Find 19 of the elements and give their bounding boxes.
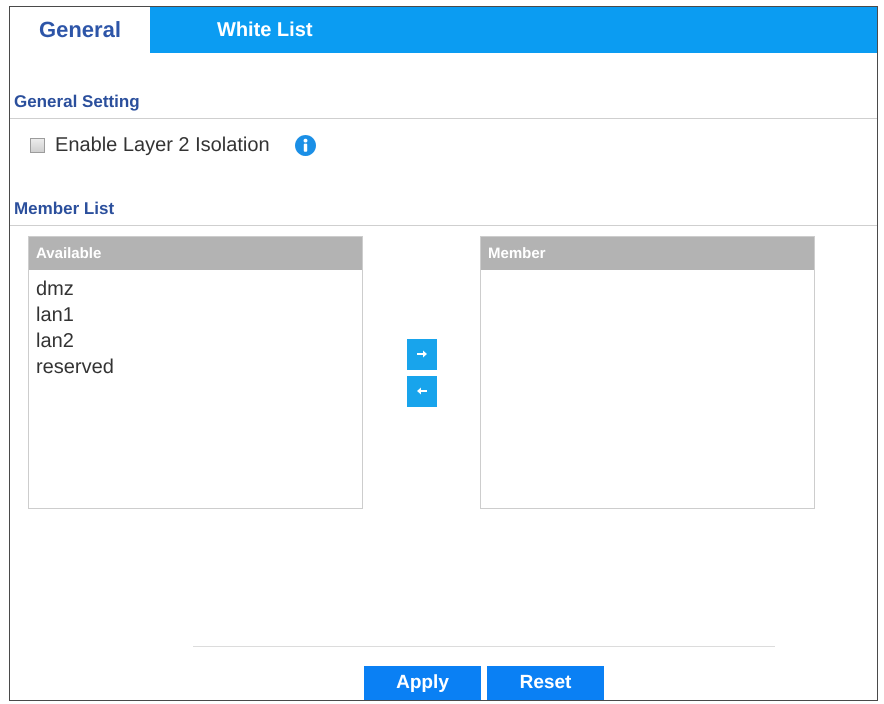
move-left-button[interactable] [406,376,436,406]
checkbox[interactable] [30,138,45,152]
list-item[interactable]: lan1 [29,302,362,328]
arrow-left-icon [416,386,426,396]
tab[interactable]: General [10,7,150,53]
list-header: Available [29,237,362,270]
arrow-right-icon [416,349,426,359]
list-box[interactable]: Available dmz lan1 lan2 reserved [28,236,363,509]
list-item[interactable]: reserved [29,354,362,380]
section-heading: General Setting [14,91,140,113]
move-right-button[interactable] [406,338,436,370]
list-header: Member [481,237,814,270]
section-heading: Member List [14,198,114,220]
checkbox-label: Enable Layer 2 Isolation [55,134,270,156]
list-item[interactable]: lan2 [29,328,362,354]
reset-button[interactable]: Reset [487,666,604,700]
info-icon[interactable] [294,134,316,156]
apply-button[interactable]: Apply [364,666,481,700]
list-item[interactable]: dmz [29,276,362,302]
